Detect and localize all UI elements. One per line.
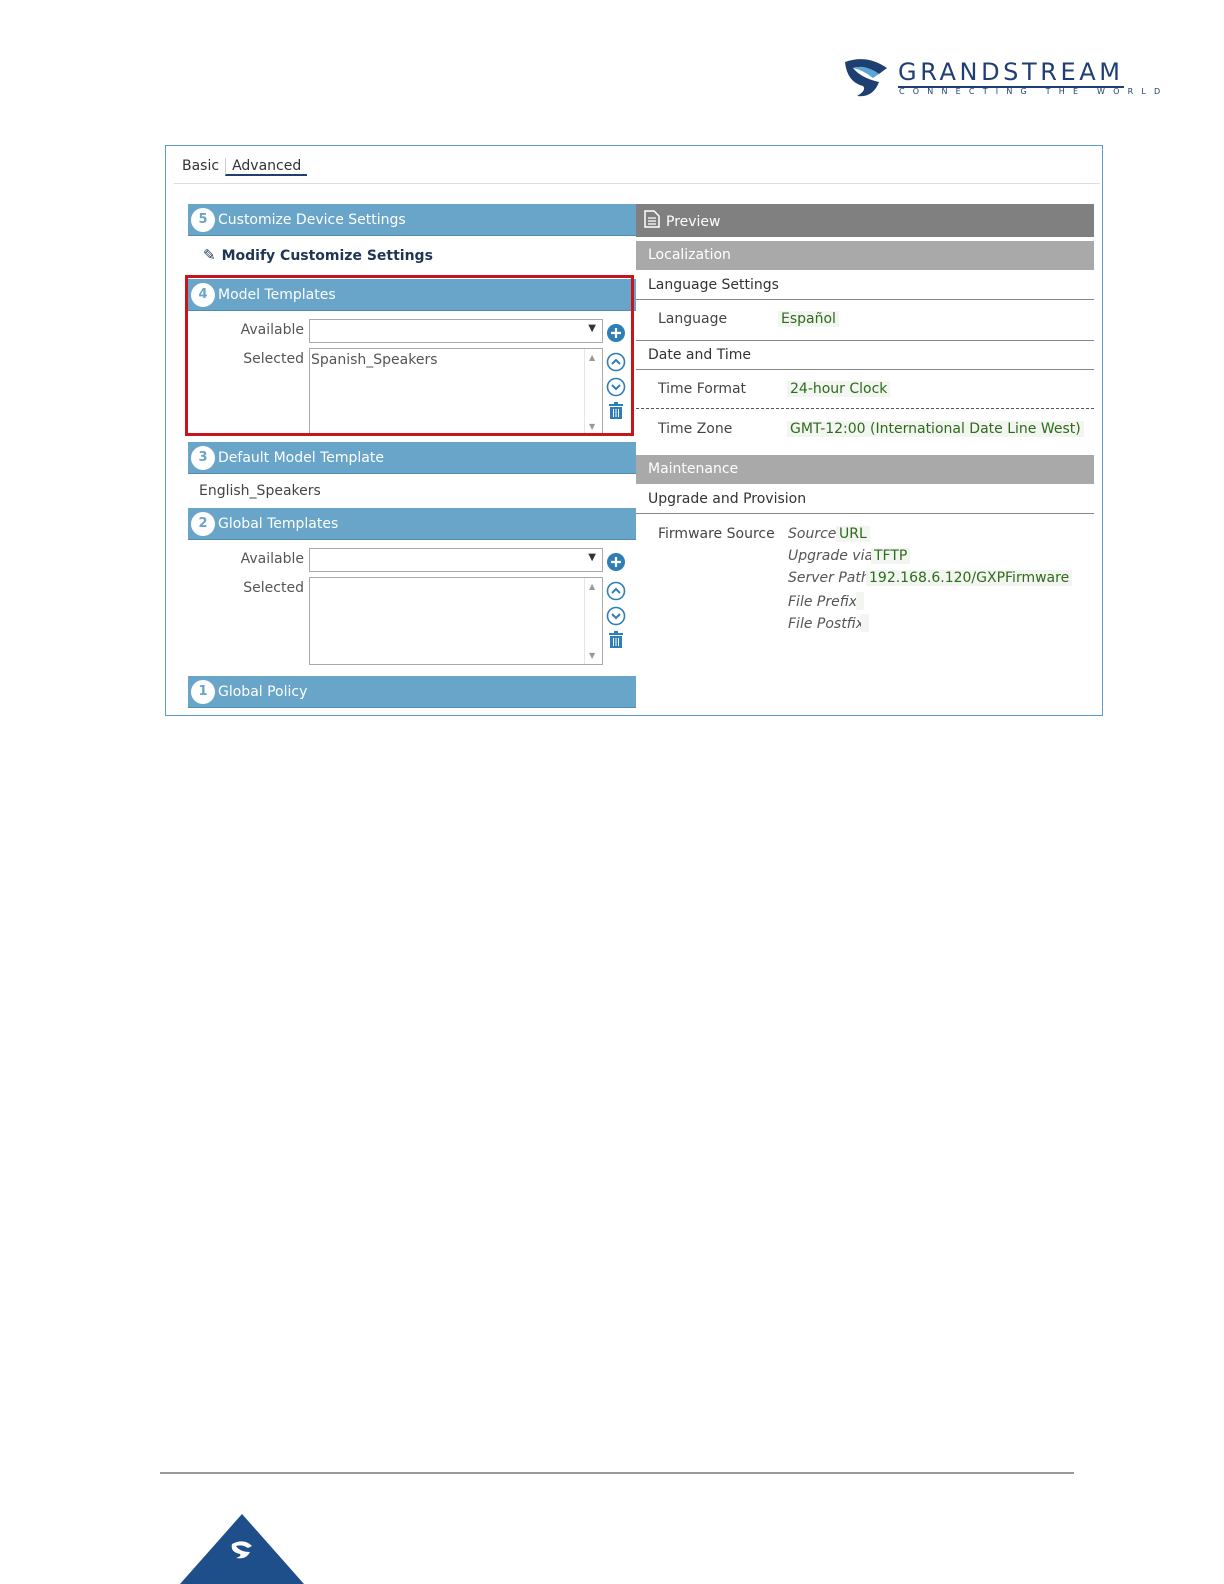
language-value: Español [778,311,839,327]
time-format-label: Time Format [658,381,747,397]
file-postfix-label: File Postfix [788,616,865,632]
footer-logo-icon [180,1514,304,1584]
upgrade-provision-heading: Upgrade and Provision [636,484,1094,514]
section-default-model-template[interactable]: 3 Default Model Template [188,442,636,474]
scroll-down-icon[interactable]: ▼ [589,651,595,660]
tab-divider [174,183,1100,184]
global-selected-list[interactable]: ▲ ▼ [309,577,603,665]
step-number: 2 [191,512,215,536]
section-title: Customize Device Settings [218,212,406,228]
grandstream-logo-icon [845,59,887,97]
section-title: Global Policy [218,684,308,700]
brand-tagline: CONNECTING THE WORLD [899,87,1169,96]
move-up-icon[interactable] [606,581,626,601]
file-prefix-value [856,592,864,610]
source-label: Source [788,526,837,542]
global-available-select[interactable]: ▼ [309,548,603,572]
step-number: 3 [191,446,215,470]
time-format-value: 24-hour Clock [787,381,891,397]
section-customize-device-settings[interactable]: 5 Customize Device Settings [188,204,636,236]
move-down-icon[interactable] [606,606,626,626]
selected-label: Selected [243,580,304,596]
time-zone-label: Time Zone [658,421,733,437]
available-label: Available [240,551,304,567]
section-global-policy[interactable]: 1 Global Policy [188,676,636,708]
step-number: 5 [191,208,215,232]
localization-header: Localization [636,241,1094,270]
brand-name: GRANDSTREAM [898,58,1124,88]
preview-title: Preview [666,214,721,230]
pencil-icon: ✎ [203,246,216,264]
file-postfix-value [861,614,869,632]
modify-customize-settings-link[interactable]: ✎ Modify Customize Settings [203,246,433,264]
model-templates-highlight-box [185,275,634,436]
preview-header: Preview [636,204,1094,237]
time-zone-value: GMT-12:00 (International Date Line West) [787,421,1084,437]
dropdown-caret-icon: ▼ [588,552,596,563]
default-model-value: English_Speakers [199,483,321,499]
tab-bar: Basic Advanced [176,158,308,182]
dashed-divider [636,408,1094,409]
file-prefix-label: File Prefix [788,594,858,610]
tab-basic[interactable]: Basic [176,158,225,174]
document-icon [644,210,660,228]
upgrade-via-label: Upgrade via [788,548,874,564]
footer-divider [160,1472,1074,1474]
upgrade-via-value: TFTP [871,548,911,564]
maintenance-header: Maintenance [636,455,1094,484]
language-settings-heading: Language Settings [636,270,1094,300]
section-title: Default Model Template [218,450,384,466]
date-time-heading: Date and Time [636,340,1094,370]
modify-label: Modify Customize Settings [221,248,433,264]
tab-advanced[interactable]: Advanced [225,158,308,176]
scrollbar[interactable]: ▲ ▼ [584,578,602,664]
server-path-value: 192.168.6.120/GXPFirmware [866,570,1073,586]
device-settings-panel: Basic Advanced 5 Customize Device Setting… [165,145,1103,716]
firmware-source-label: Firmware Source [658,526,775,542]
step-number: 1 [191,680,215,704]
section-title: Global Templates [218,516,339,532]
server-path-label: Server Path [788,570,870,586]
language-label: Language [658,311,728,327]
trash-icon[interactable] [606,630,626,650]
section-global-templates[interactable]: 2 Global Templates [188,508,636,540]
scroll-up-icon[interactable]: ▲ [589,582,595,591]
add-icon[interactable] [606,552,626,572]
grandstream-logo: GRANDSTREAM CONNECTING THE WORLD [843,56,1173,100]
source-value: URL [836,526,870,542]
